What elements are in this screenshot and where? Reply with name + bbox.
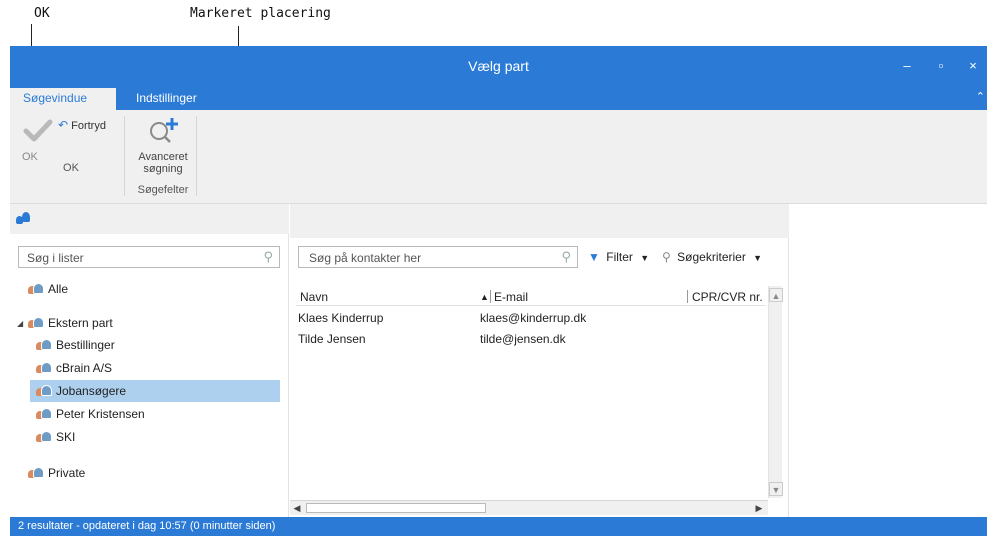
advanced-search-button[interactable]: Avanceret søgning — [132, 116, 194, 175]
chevron-down-icon: ▼ — [640, 253, 650, 263]
column-header-name[interactable]: Navn — [300, 288, 328, 306]
ribbon-tabbar: Søgevindue Indstillinger ⌃ — [10, 88, 987, 110]
callout-ok-label: OK — [34, 6, 50, 21]
vertical-scrollbar[interactable]: ▲ ▼ — [768, 286, 783, 498]
contacts-search-input[interactable]: Søg på kontakter her ⚲ — [298, 246, 578, 268]
ribbon: OK ↶ Fortryd OK Avanceret søgning Søgefe… — [10, 110, 987, 204]
list-item-private[interactable]: Private — [28, 462, 85, 484]
list-item-ski[interactable]: SKI — [36, 426, 75, 448]
group-icon — [36, 431, 52, 442]
undo-button[interactable]: ↶ Fortryd — [58, 118, 118, 132]
maximize-icon: ▫ — [938, 58, 944, 73]
ribbon-collapse-icon[interactable]: ⌃ — [976, 90, 985, 103]
column-header-email[interactable]: E-mail — [494, 288, 528, 306]
checkmark-icon — [23, 119, 53, 142]
cell-email: tilde@jensen.dk — [480, 332, 566, 346]
list-item-label: cBrain A/S — [56, 361, 113, 375]
search-icon[interactable]: ⚲ — [263, 249, 273, 265]
scroll-down-icon[interactable]: ▼ — [769, 482, 783, 496]
group-icon — [36, 362, 52, 373]
group-icon — [36, 408, 52, 419]
list-item-label: Alle — [48, 282, 69, 296]
contacts-search-placeholder: Søg på kontakter her — [309, 251, 422, 265]
list-item-job-applicants[interactable]: Jobansøgere — [30, 380, 280, 402]
list-search-input[interactable]: Søg i lister ⚲ — [18, 246, 280, 268]
list-item-label: Bestillinger — [56, 338, 115, 352]
advanced-search-label-line2: søgning — [143, 163, 183, 175]
tab-settings[interactable]: Indstillinger — [126, 88, 207, 110]
scroll-thumb[interactable] — [306, 503, 486, 513]
list-item-label: Ekstern part — [48, 316, 113, 330]
undo-icon: ↶ — [58, 118, 69, 132]
window-title: Vælg part — [468, 58, 529, 74]
group-icon — [28, 467, 44, 478]
horizontal-scrollbar[interactable]: ◀ ▶ — [290, 500, 768, 515]
list-pane: Søg i lister ⚲ Alle ◢ Ekstern part Besti… — [10, 204, 289, 517]
scroll-left-icon[interactable]: ◀ — [290, 501, 304, 515]
contacts-pane: Søg på kontakter her ⚲ ▼ Filter ▼ ⚲ Søge… — [290, 204, 789, 517]
filter-icon: ▼ — [588, 250, 600, 264]
window-titlebar: Vælg part ‒ ▫ × — [10, 46, 987, 88]
ok-button[interactable]: OK — [18, 118, 58, 163]
ribbon-group-ok-label: OK — [63, 162, 79, 174]
close-button[interactable]: × — [962, 56, 984, 76]
list-item-all[interactable]: Alle — [28, 278, 68, 300]
column-divider — [687, 290, 688, 303]
collapse-arrow-icon[interactable]: ◢ — [17, 319, 23, 328]
table-row[interactable]: Klaes Kinderrup klaes@kinderrup.dk — [298, 308, 768, 328]
filter-button[interactable]: ▼ Filter ▼ — [588, 246, 649, 268]
minimize-button[interactable]: ‒ — [896, 56, 918, 76]
scroll-up-icon[interactable]: ▲ — [769, 288, 783, 302]
scroll-right-icon[interactable]: ▶ — [752, 501, 766, 515]
list-item-peter-kristensen[interactable]: Peter Kristensen — [36, 403, 145, 425]
ribbon-group-divider — [124, 116, 125, 196]
cell-name: Tilde Jensen — [298, 332, 366, 346]
contacts-pane-header — [290, 204, 789, 238]
ribbon-group-divider-2 — [196, 116, 197, 196]
tab-search-window[interactable]: Søgevindue — [10, 88, 116, 110]
list-item-label: SKI — [56, 430, 76, 444]
sort-ascending-icon: ▲ — [480, 292, 489, 302]
group-icon — [28, 317, 44, 328]
status-bar: 2 resultater - opdateret i dag 10:57 (0 … — [10, 517, 987, 536]
contacts-icon[interactable] — [16, 212, 32, 226]
advanced-search-label-line1: Avanceret — [138, 151, 188, 163]
search-criteria-button[interactable]: ⚲ Søgekriterier ▼ — [662, 246, 762, 268]
minimize-icon: ‒ — [903, 58, 911, 73]
list-pane-header — [10, 204, 289, 234]
filter-button-label: Filter — [606, 250, 633, 264]
undo-button-label: Fortryd — [71, 120, 106, 132]
list-item-cbrain[interactable]: cBrain A/S — [36, 357, 112, 379]
list-item-label: Peter Kristensen — [56, 407, 145, 421]
search-add-icon: ⚲ — [662, 250, 671, 264]
list-item-orders[interactable]: Bestillinger — [36, 334, 115, 356]
cell-email: klaes@kinderrup.dk — [480, 311, 587, 325]
maximize-button[interactable]: ▫ — [930, 56, 952, 76]
search-add-icon — [150, 118, 178, 143]
group-icon — [28, 283, 44, 294]
list-search-placeholder: Søg i lister — [27, 251, 84, 265]
preview-pane — [790, 204, 987, 517]
list-item-external-party[interactable]: Ekstern part — [28, 312, 113, 334]
callout-selected-location-label: Markeret placering — [190, 6, 331, 21]
close-icon: × — [969, 58, 977, 73]
search-criteria-label: Søgekriterier — [677, 250, 746, 264]
list-item-label: Jobansøgere — [56, 384, 127, 398]
search-icon[interactable]: ⚲ — [561, 249, 571, 265]
list-item-label: Private — [48, 466, 86, 480]
chevron-down-icon: ▼ — [753, 253, 763, 263]
cell-name: Klaes Kinderrup — [298, 311, 384, 325]
group-icon — [36, 385, 52, 396]
column-divider — [490, 290, 491, 303]
group-icon — [36, 339, 52, 350]
ribbon-group-search-fields-label: Søgefelter — [137, 184, 189, 196]
column-header-cpr[interactable]: CPR/CVR nr. — [692, 288, 763, 306]
table-row[interactable]: Tilde Jensen tilde@jensen.dk — [298, 329, 768, 349]
